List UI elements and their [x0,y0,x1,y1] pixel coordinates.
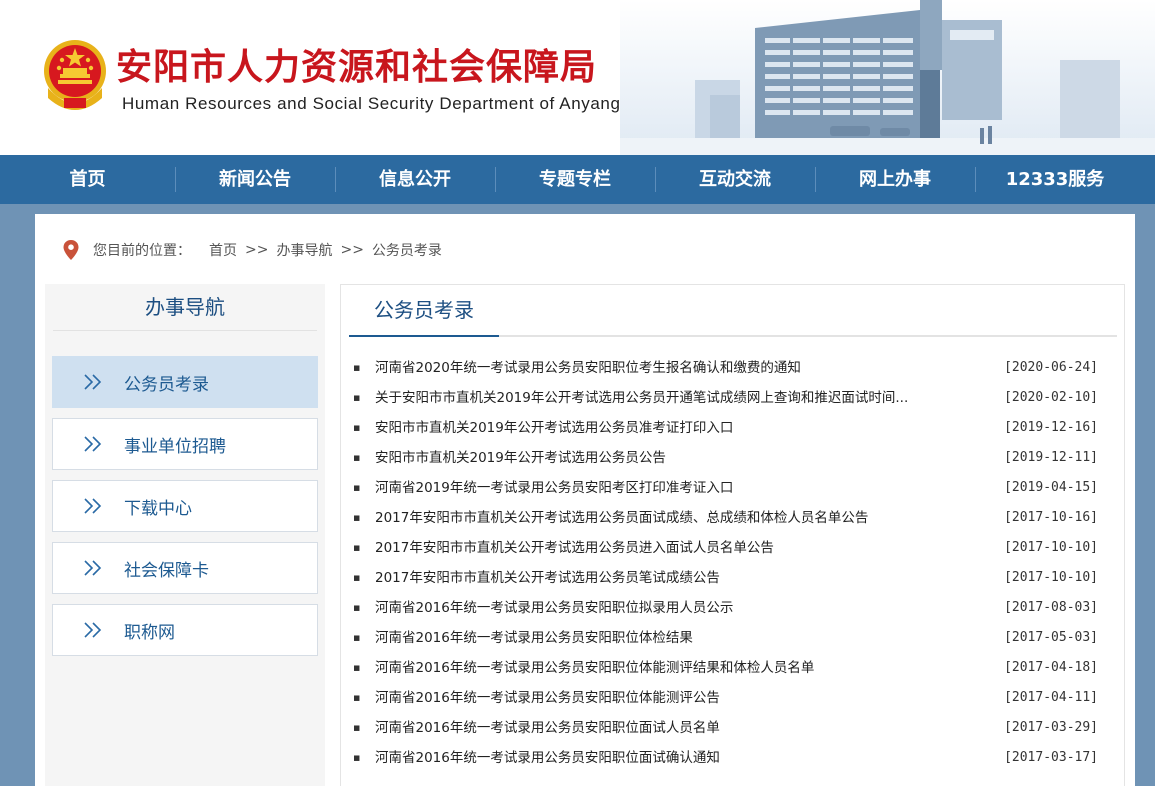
main-nav: 首页 新闻公告 信息公开 专题专栏 互动交流 网上办事 12333服务 [0,155,1155,204]
news-date: [2019-04-15] [1004,480,1098,495]
sidebar-item-label: 下载中心 [124,498,192,519]
news-list: ▪ 河南省2020年统一考试录用公务员安阳职位考生报名确认和缴费的通知 [2020-… [341,353,1126,773]
bullet-icon: ▪ [353,631,361,644]
list-item[interactable]: ▪ 河南省2016年统一考试录用公务员安阳职位拟录用人员公示 [2017-08-03… [341,593,1126,623]
news-date: [2017-04-18] [1004,660,1098,675]
news-title-link[interactable]: 安阳市市直机关2019年公开考试选用公务员准考证打印入口 [375,413,965,443]
sidebar-title: 办事导航 [53,284,317,331]
list-item[interactable]: ▪ 河南省2016年统一考试录用公务员安阳职位体检结果 [2017-05-03] [341,623,1126,653]
news-title-link[interactable]: 2017年安阳市市直机关公开考试选用公务员进入面试人员名单公告 [375,533,965,563]
sidebar-item-civil-service-exam[interactable]: 公务员考录 [52,356,318,408]
news-date: [2020-02-10] [1004,390,1098,405]
list-item[interactable]: ▪ 安阳市市直机关2019年公开考试选用公务员公告 [2019-12-11] [341,443,1126,473]
double-chevron-right-icon [84,374,102,390]
national-emblem-icon[interactable] [40,38,110,114]
list-item[interactable]: ▪ 河南省2019年统一考试录用公务员安阳考区打印准考证入口 [2019-04-15… [341,473,1126,503]
bullet-icon: ▪ [353,421,361,434]
news-date: [2017-05-03] [1004,630,1098,645]
breadcrumb-current: 公务员考录 [371,243,442,259]
bullet-icon: ▪ [353,391,361,404]
bullet-icon: ▪ [353,451,361,464]
list-item[interactable]: ▪ 河南省2020年统一考试录用公务员安阳职位考生报名确认和缴费的通知 [2020-… [341,353,1126,383]
bullet-icon: ▪ [353,691,361,704]
nav-item-interaction[interactable]: 互动交流 [655,155,815,204]
site-header: 安阳市人力资源和社会保障局 Human Resources and Social… [0,0,1155,155]
sidebar-item-label: 公务员考录 [124,374,209,395]
content-header: 公务员考录 [349,285,1117,337]
bullet-icon: ▪ [353,481,361,494]
breadcrumb-guide-link[interactable]: 办事导航 [276,240,332,260]
list-item[interactable]: ▪ 2017年安阳市市直机关公开考试选用公务员笔试成绩公告 [2017-10-10] [341,563,1126,593]
site-subtitle: Human Resources and Social Security Depa… [122,94,621,113]
list-item[interactable]: ▪ 河南省2016年统一考试录用公务员安阳职位面试确认通知 [2017-03-17] [341,743,1126,773]
list-item[interactable]: ▪ 关于安阳市市直机关2019年公开考试选用公务员开通笔试成绩网上查询和推迟面试时… [341,383,1126,413]
nav-item-home[interactable]: 首页 [0,155,175,204]
news-date: [2017-03-29] [1004,720,1098,735]
news-date: [2017-03-17] [1004,750,1098,765]
news-title-link[interactable]: 河南省2016年统一考试录用公务员安阳职位体检结果 [375,623,965,653]
news-date: [2017-10-16] [1004,510,1098,525]
news-title-link[interactable]: 安阳市市直机关2019年公开考试选用公务员公告 [375,443,965,473]
content-panel: 公务员考录 ▪ 河南省2020年统一考试录用公务员安阳职位考生报名确认和缴费的通知… [340,284,1125,786]
list-item[interactable]: ▪ 2017年安阳市市直机关公开考试选用公务员进入面试人员名单公告 [2017-10… [341,533,1126,563]
breadcrumb-separator: >> [340,242,364,258]
news-date: [2017-04-11] [1004,690,1098,705]
sidebar-item-label: 职称网 [124,622,175,643]
breadcrumb: 您目前的位置： 首页 >> 办事导航 >> 公务员考录 [63,240,442,260]
list-item[interactable]: ▪ 河南省2016年统一考试录用公务员安阳职位面试人员名单 [2017-03-29] [341,713,1126,743]
location-pin-icon [63,240,79,260]
building-illustration [620,0,1155,155]
main-panel: 您目前的位置： 首页 >> 办事导航 >> 公务员考录 办事导航 公务员考录 事… [35,214,1135,786]
news-title-link[interactable]: 河南省2016年统一考试录用公务员安阳职位面试人员名单 [375,713,965,743]
double-chevron-right-icon [84,436,102,452]
double-chevron-right-icon [84,560,102,576]
nav-item-topics[interactable]: 专题专栏 [495,155,655,204]
news-title-link[interactable]: 关于安阳市市直机关2019年公开考试选用公务员开通笔试成绩网上查询和推迟面试时间… [375,383,965,413]
news-title-link[interactable]: 河南省2016年统一考试录用公务员安阳职位面试确认通知 [375,743,965,773]
double-chevron-right-icon [84,498,102,514]
bullet-icon: ▪ [353,511,361,524]
breadcrumb-label: 您目前的位置： [93,243,191,259]
sidebar-item-label: 社会保障卡 [124,560,209,581]
sidebar-item-public-institution-recruitment[interactable]: 事业单位招聘 [52,418,318,470]
nav-item-online-services[interactable]: 网上办事 [815,155,975,204]
nav-item-news[interactable]: 新闻公告 [175,155,335,204]
list-item[interactable]: ▪ 河南省2016年统一考试录用公务员安阳职位体能测评结果和体检人员名单 [2017… [341,653,1126,683]
news-date: [2017-10-10] [1004,540,1098,555]
news-date: [2017-10-10] [1004,570,1098,585]
sidebar-item-professional-title[interactable]: 职称网 [52,604,318,656]
news-date: [2019-12-16] [1004,420,1098,435]
news-date: [2019-12-11] [1004,450,1098,465]
bullet-icon: ▪ [353,571,361,584]
news-title-link[interactable]: 2017年安阳市市直机关公开考试选用公务员面试成绩、总成绩和体检人员名单公告 [375,503,965,533]
bullet-icon: ▪ [353,751,361,764]
news-title-link[interactable]: 2017年安阳市市直机关公开考试选用公务员笔试成绩公告 [375,563,965,593]
double-chevron-right-icon [84,622,102,638]
nav-item-12333[interactable]: 12333服务 [975,155,1135,204]
list-item[interactable]: ▪ 安阳市市直机关2019年公开考试选用公务员准考证打印入口 [2019-12-16… [341,413,1126,443]
sidebar-item-label: 事业单位招聘 [124,436,226,457]
bullet-icon: ▪ [353,601,361,614]
site-title: 安阳市人力资源和社会保障局 [116,46,598,88]
sidebar-item-download-center[interactable]: 下载中心 [52,480,318,532]
content-title: 公务员考录 [349,285,499,337]
breadcrumb-home-link[interactable]: 首页 [209,240,237,260]
news-title-link[interactable]: 河南省2016年统一考试录用公务员安阳职位拟录用人员公示 [375,593,965,623]
sidebar: 办事导航 公务员考录 事业单位招聘 下载中心 社会保障卡 职称网 [45,284,325,786]
bullet-icon: ▪ [353,721,361,734]
bullet-icon: ▪ [353,661,361,674]
nav-item-info[interactable]: 信息公开 [335,155,495,204]
sidebar-item-social-security-card[interactable]: 社会保障卡 [52,542,318,594]
news-title-link[interactable]: 河南省2019年统一考试录用公务员安阳考区打印准考证入口 [375,473,965,503]
list-item[interactable]: ▪ 2017年安阳市市直机关公开考试选用公务员面试成绩、总成绩和体检人员名单公告 [… [341,503,1126,533]
news-title-link[interactable]: 河南省2020年统一考试录用公务员安阳职位考生报名确认和缴费的通知 [375,353,965,383]
news-date: [2020-06-24] [1004,360,1098,375]
bullet-icon: ▪ [353,541,361,554]
list-item[interactable]: ▪ 河南省2016年统一考试录用公务员安阳职位体能测评公告 [2017-04-11] [341,683,1126,713]
news-title-link[interactable]: 河南省2016年统一考试录用公务员安阳职位体能测评结果和体检人员名单 [375,653,965,683]
breadcrumb-separator: >> [245,242,269,258]
news-title-link[interactable]: 河南省2016年统一考试录用公务员安阳职位体能测评公告 [375,683,965,713]
bullet-icon: ▪ [353,361,361,374]
news-date: [2017-08-03] [1004,600,1098,615]
